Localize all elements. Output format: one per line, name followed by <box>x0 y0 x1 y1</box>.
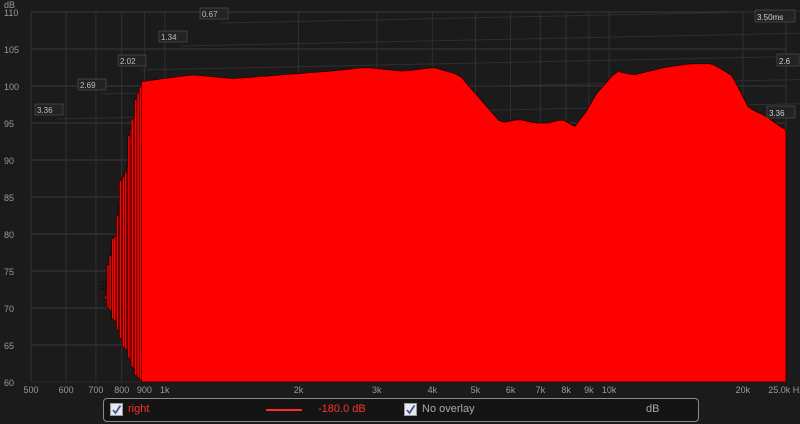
y-tick-label: 100 <box>4 82 19 92</box>
y-tick-label: 65 <box>4 341 14 351</box>
x-tick-label: 4k <box>428 385 438 395</box>
y-tick-label: 90 <box>4 156 14 166</box>
waterfall-slices <box>98 63 787 383</box>
x-tick-label: 10k <box>602 385 617 395</box>
time-tick-label-right: 2.6 <box>779 57 791 66</box>
y-tick-label: 70 <box>4 304 14 314</box>
y-tick-label: 60 <box>4 378 14 388</box>
overlay-label: No overlay <box>422 403 475 415</box>
x-tick-label: 2k <box>294 385 304 395</box>
time-tick-label: 2.69 <box>80 81 96 90</box>
x-tick-label: 600 <box>59 385 74 395</box>
time-tick-label: 3.36 <box>37 106 53 115</box>
y-tick-label: 75 <box>4 267 14 277</box>
time-tick-label: 2.02 <box>120 57 136 66</box>
x-tick-label: 1k <box>160 385 170 395</box>
waterfall-chart: 6065707580859095100105110dB500 600 700 800 9… <box>4 0 800 395</box>
legend-series-name: right <box>128 403 150 415</box>
y-tick-label: 95 <box>4 119 14 129</box>
waterfall-slice <box>141 63 787 383</box>
y-tick-label: 105 <box>4 45 19 55</box>
y-axis-label: dB <box>4 0 15 10</box>
x-tick-label: 5k <box>471 385 481 395</box>
x-tick-label: 900 <box>137 385 152 395</box>
x-tick-label: 7k <box>536 385 546 395</box>
x-tick-label: 500 <box>23 385 38 395</box>
x-tick-label: 8k <box>561 385 571 395</box>
legend-bar: right -180.0 dB No overlay dB <box>103 398 699 422</box>
x-tick-label: 6k <box>506 385 516 395</box>
overlay-checkbox[interactable] <box>404 403 417 416</box>
x-tick-label: 9k <box>584 385 594 395</box>
time-tick-label: 1.34 <box>161 33 177 42</box>
x-tick-label: 800 <box>114 385 129 395</box>
time-tick-label-right: 3.36 <box>769 109 785 118</box>
time-tick-label-right: 3.50ms <box>757 13 783 22</box>
x-tick-label: 3k <box>372 385 382 395</box>
time-tick-label: 0.67 <box>202 10 218 19</box>
y-tick-label: 85 <box>4 193 14 203</box>
legend-series-level: -180.0 dB <box>318 403 366 415</box>
legend-unit-label: dB <box>646 403 660 415</box>
x-tick-label: 700 <box>88 385 103 395</box>
x-tick-label: 25.0k Hz <box>768 385 800 395</box>
legend-line-sample <box>266 409 302 411</box>
grid-line-time <box>180 32 800 47</box>
y-tick-label: 80 <box>4 230 14 240</box>
x-tick-label: 20k <box>736 385 751 395</box>
right-series-checkbox[interactable] <box>110 403 123 416</box>
